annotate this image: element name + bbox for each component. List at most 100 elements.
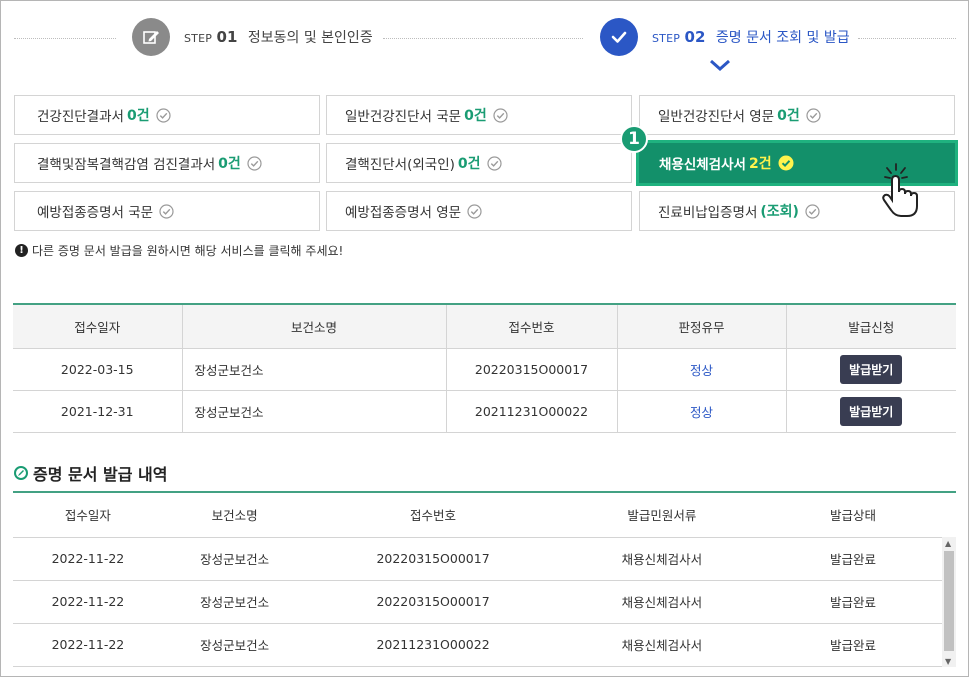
- table-row: 2022-11-22 장성군보건소 20211231O00022 채용신체검사서…: [13, 623, 942, 667]
- issue-history-table-container: 접수일자 보건소명 접수번호 발급민원서류 발급상태 2022-11-22 장성…: [13, 491, 956, 667]
- check-circle-icon: [486, 155, 502, 171]
- column-header: 발급상태: [764, 493, 942, 538]
- judgement-status: 정상: [616, 390, 786, 433]
- scroll-down-icon[interactable]: ▼: [945, 657, 951, 666]
- document-count: 0건: [126, 108, 150, 124]
- issue-button[interactable]: 발급받기: [840, 354, 903, 384]
- document-option[interactable]: 결핵진단서(외국인) 0건: [326, 143, 632, 183]
- receipt-number: 20220315O00017: [306, 537, 560, 581]
- document-label: 예방접종증명서 국문: [37, 205, 154, 221]
- pencil-icon: [132, 18, 170, 56]
- issue-button[interactable]: 발급받기: [840, 396, 903, 426]
- scrollbar-thumb[interactable]: [944, 551, 954, 651]
- document-label: 예방접종증명서 영문: [345, 205, 462, 221]
- document-label: 일반건강진단서 국문: [345, 109, 462, 125]
- receipt-date: 2022-11-22: [13, 537, 163, 581]
- table-row: 2021-12-31 장성군보건소 20211231O00022 정상 발급받기: [13, 390, 956, 433]
- document-label: 채용신체검사서: [659, 157, 746, 173]
- step-badge: 1: [620, 125, 648, 153]
- document-count: 0건: [218, 156, 241, 172]
- health-center-name: 장성군보건소: [162, 623, 307, 667]
- check-circle-icon: [247, 155, 262, 171]
- pencil-circle-icon: [14, 466, 28, 480]
- health-center-name: 장성군보건소: [181, 390, 446, 433]
- receipt-number: 20211231O00022: [306, 623, 560, 667]
- column-header: 접수일자: [13, 493, 163, 538]
- chevron-down-icon: [709, 56, 731, 75]
- document-option[interactable]: 건강진단결과서 0건: [14, 95, 320, 135]
- step-prefix: STEP: [184, 32, 213, 45]
- certificate-lookup-table: 접수일자 보건소명 접수번호 판정유무 발급신청 2022-03-15 장성군보…: [13, 303, 956, 433]
- divider: [383, 38, 583, 39]
- document-option[interactable]: 일반건강진단서 국문 0건: [326, 95, 632, 135]
- divider: [14, 38, 116, 39]
- table-row: 2022-11-22 장성군보건소 20220315O00017 채용신체검사서…: [13, 580, 942, 624]
- receipt-number: 20220315O00017: [445, 348, 617, 391]
- scroll-up-icon[interactable]: ▲: [945, 539, 951, 548]
- column-header: 발급신청: [785, 304, 956, 349]
- step-number: 02: [684, 28, 706, 46]
- step-1: STEP 01 정보동의 및 본인인증: [132, 18, 373, 56]
- receipt-number: 20220315O00017: [306, 580, 560, 624]
- document-label: 일반건강진단서 영문: [658, 109, 775, 125]
- document-type: 채용신체검사서: [559, 537, 765, 581]
- hand-pointer-icon: [874, 160, 922, 222]
- document-count: 0건: [457, 156, 481, 172]
- step-label: 정보동의 및 본인인증: [247, 30, 373, 46]
- section-title: 증명 문서 발급 내역: [14, 461, 167, 485]
- vertical-scrollbar[interactable]: ▲ ▼: [942, 537, 956, 667]
- step-label: 증명 문서 조회 및 발급: [715, 30, 850, 46]
- document-count: 2건: [748, 156, 772, 172]
- receipt-date: 2022-11-22: [13, 623, 163, 667]
- column-header: 접수일자: [13, 304, 182, 349]
- check-circle-icon: [778, 155, 794, 171]
- health-center-name: 장성군보건소: [181, 348, 446, 391]
- issue-status: 발급완료: [764, 537, 942, 581]
- column-header: 보건소명: [181, 304, 446, 349]
- receipt-number: 20211231O00022: [445, 390, 617, 433]
- document-label: 건강진단결과서: [37, 109, 124, 125]
- notice-text: ! 다른 증명 문서 발급을 원하시면 해당 서비스를 클릭해 주세요!: [15, 242, 343, 259]
- check-circle-icon: [806, 107, 821, 123]
- document-option[interactable]: 일반건강진단서 영문 0건: [639, 95, 955, 135]
- document-type: 채용신체검사서: [559, 623, 765, 667]
- issue-history-table: 접수일자 보건소명 접수번호 발급민원서류 발급상태 2022-11-22 장성…: [13, 493, 942, 667]
- column-header: 판정유무: [616, 304, 786, 349]
- table-row: 2022-11-22 장성군보건소 20220315O00017 채용신체검사서…: [13, 537, 942, 581]
- step-prefix: STEP: [652, 32, 681, 45]
- document-type: 채용신체검사서: [559, 580, 765, 624]
- document-count: 0건: [777, 108, 800, 124]
- receipt-date: 2021-12-31: [13, 390, 182, 433]
- column-header: 보건소명: [162, 493, 307, 538]
- check-circle-icon: [493, 107, 508, 123]
- receipt-date: 2022-03-15: [13, 348, 182, 391]
- table-header-row: 접수일자 보건소명 접수번호 발급민원서류 발급상태: [13, 493, 942, 538]
- health-center-name: 장성군보건소: [162, 580, 307, 624]
- document-option[interactable]: 예방접종증명서 국문: [14, 191, 320, 231]
- check-icon: [600, 18, 638, 56]
- step-indicator: STEP 01 정보동의 및 본인인증 STEP 02 증명 문서 조회 및 발…: [0, 0, 969, 72]
- document-option[interactable]: 예방접종증명서 영문: [326, 191, 632, 231]
- info-icon: !: [15, 244, 28, 257]
- check-circle-icon: [159, 203, 174, 219]
- issue-status: 발급완료: [764, 580, 942, 624]
- health-center-name: 장성군보건소: [162, 537, 307, 581]
- check-circle-icon: [467, 203, 482, 219]
- document-label: 결핵진단서(외국인): [345, 157, 455, 173]
- document-option[interactable]: 결핵및잠복결핵감염 검진결과서 0건: [14, 143, 320, 183]
- document-count: (조회): [760, 204, 799, 220]
- column-header: 접수번호: [445, 304, 617, 349]
- issue-status: 발급완료: [764, 623, 942, 667]
- document-label: 결핵및잠복결핵감염 검진결과서: [37, 157, 216, 173]
- table-row: 2022-03-15 장성군보건소 20220315O00017 정상 발급받기: [13, 348, 956, 391]
- column-header: 접수번호: [306, 493, 560, 538]
- document-label: 진료비납입증명서: [658, 205, 758, 221]
- column-header: 발급민원서류: [559, 493, 765, 538]
- check-circle-icon: [805, 203, 820, 219]
- judgement-status: 정상: [616, 348, 786, 391]
- check-circle-icon: [155, 107, 171, 123]
- step-number: 01: [216, 28, 238, 46]
- step-2: STEP 02 증명 문서 조회 및 발급: [600, 18, 850, 56]
- document-count: 0건: [464, 108, 487, 124]
- receipt-date: 2022-11-22: [13, 580, 163, 624]
